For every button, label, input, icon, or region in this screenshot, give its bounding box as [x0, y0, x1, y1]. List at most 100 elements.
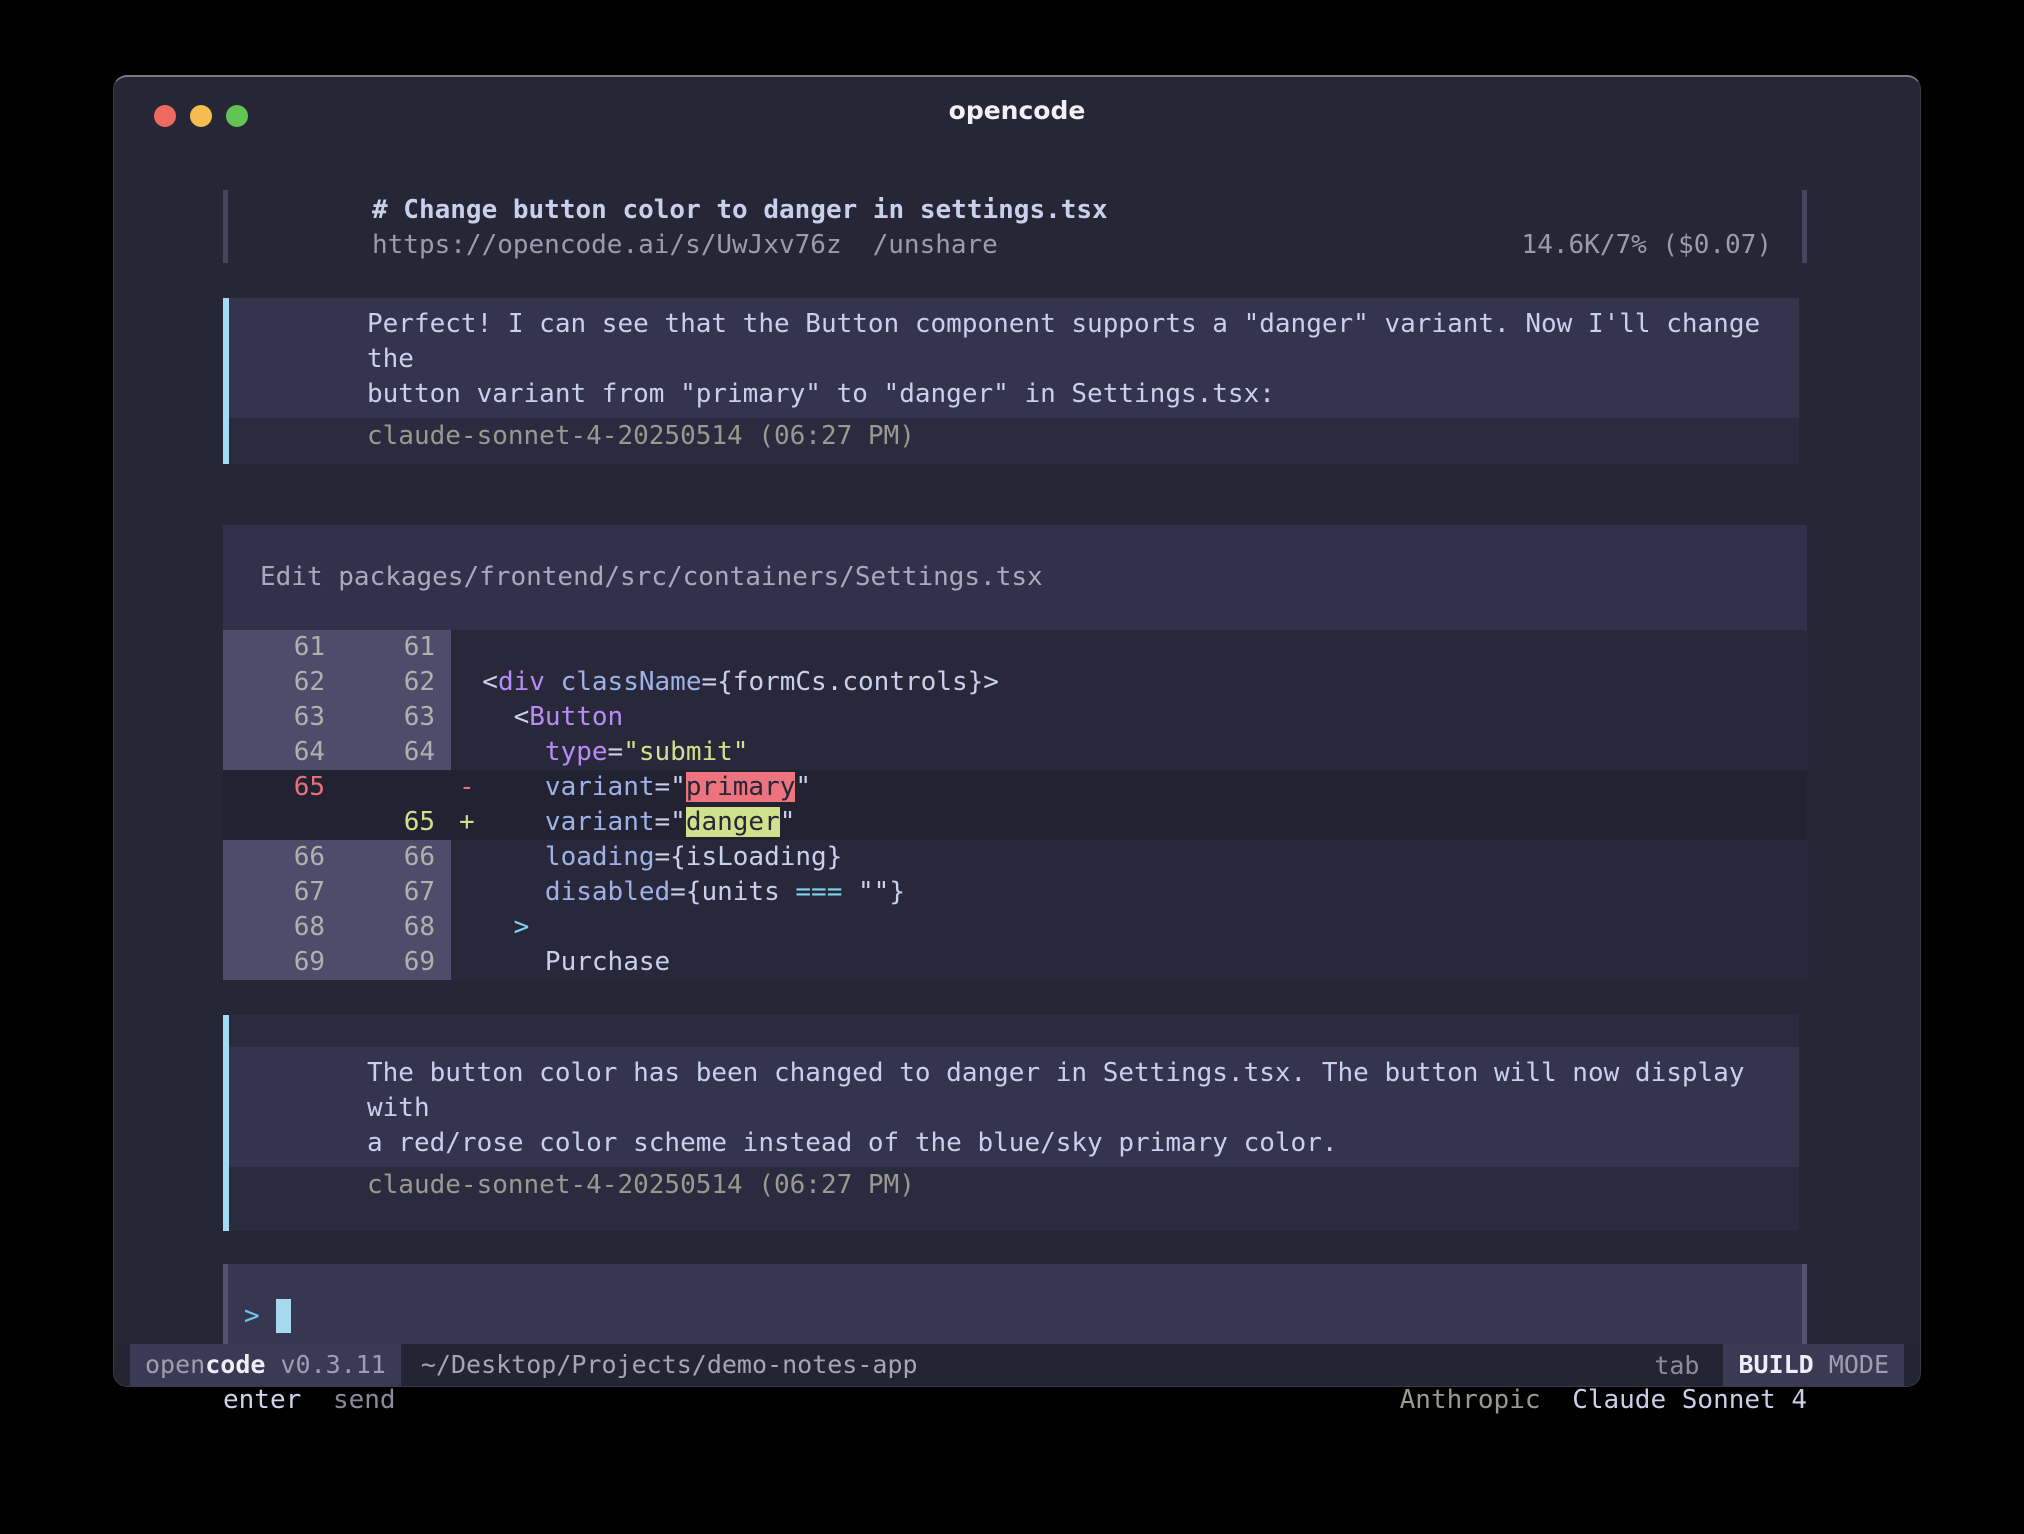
window-titlebar: opencode	[114, 77, 1920, 143]
mode-chip[interactable]: BUILD MODE	[1723, 1344, 1904, 1386]
session-header: # Change button color to danger in setti…	[223, 190, 1807, 263]
code-segment: disabled	[545, 877, 670, 907]
tab-key-hint: tab	[1654, 1351, 1699, 1380]
old-line-number: 69	[223, 945, 337, 980]
text-cursor	[276, 1299, 291, 1333]
diff-row: 6969 Purchase	[223, 945, 1807, 980]
code-segment: <	[451, 702, 529, 732]
new-line-number: 61	[337, 630, 451, 665]
code-segment: ===	[795, 877, 842, 907]
code-segment: Purchase	[545, 947, 670, 977]
diff-row: 6666 loading={isLoading}	[223, 840, 1807, 875]
header-right-rule	[1802, 190, 1807, 263]
code-segment: div	[498, 667, 545, 697]
code-segment: "	[795, 772, 811, 802]
code-segment: {formCs.controls}>	[717, 667, 999, 697]
diff-row: 6363 <Button	[223, 700, 1807, 735]
code-segment	[451, 912, 514, 942]
old-line-number: 63	[223, 700, 337, 735]
diff-row: 6767 disabled={units === ""}	[223, 875, 1807, 910]
assistant-message: Perfect! I can see that the Button compo…	[223, 298, 1799, 464]
session-title: # Change button color to danger in setti…	[372, 193, 1772, 228]
old-line-number	[223, 805, 337, 840]
model-label: Claude Sonnet 4	[1572, 1385, 1807, 1415]
app-name-open: open	[145, 1350, 205, 1379]
old-line-number: 66	[223, 840, 337, 875]
code-segment	[451, 842, 545, 872]
diff-marker: +	[459, 805, 475, 840]
message-line: button variant from "primary" to "danger…	[367, 377, 1769, 412]
diff-row: 6868 >	[223, 910, 1807, 945]
code-segment	[451, 737, 545, 767]
diff-code-line: - variant="primary"	[451, 770, 1807, 805]
diff-code-line: + variant="danger"	[451, 805, 1807, 840]
unshare-command[interactable]: /unshare	[873, 228, 998, 263]
message-line: Perfect! I can see that the Button compo…	[367, 307, 1769, 377]
close-button[interactable]	[154, 105, 176, 127]
code-segment: "	[780, 807, 796, 837]
code-segment: =	[608, 737, 624, 767]
diff-row: 65+ variant="danger"	[223, 805, 1807, 840]
minimize-button[interactable]	[190, 105, 212, 127]
new-line-number: 69	[337, 945, 451, 980]
mode-suffix: MODE	[1814, 1350, 1889, 1379]
app-version-chip: opencode v0.3.11	[130, 1344, 401, 1386]
prompt-symbol: >	[244, 1301, 260, 1331]
code-segment: loading	[545, 842, 655, 872]
code-segment: type	[545, 737, 608, 767]
diff-row: 6161	[223, 630, 1807, 665]
hints-row: enter send Anthropic Claude Sonnet 4	[223, 1383, 1807, 1417]
code-segment: "submit"	[623, 737, 748, 767]
code-segment	[451, 877, 545, 907]
code-segment: >	[514, 912, 530, 942]
diff-row: 65 - variant="primary"	[223, 770, 1807, 805]
code-segment: <	[451, 667, 498, 697]
code-segment: variant	[545, 807, 655, 837]
mode-name: BUILD	[1738, 1350, 1813, 1379]
traffic-lights	[154, 105, 248, 127]
token-usage: 14.6K/7% ($0.07)	[1522, 228, 1772, 263]
diff-code-line: >	[451, 910, 1807, 945]
diff-code-line: disabled={units === ""}	[451, 875, 1807, 910]
old-line-number: 67	[223, 875, 337, 910]
new-line-number: 67	[337, 875, 451, 910]
old-line-number: 68	[223, 910, 337, 945]
edit-tool-panel: Edit packages/frontend/src/containers/Se…	[223, 525, 1807, 980]
provider-label: Anthropic	[1400, 1385, 1541, 1415]
new-line-number: 63	[337, 700, 451, 735]
window-title: opencode	[949, 96, 1086, 125]
code-segment	[545, 667, 561, 697]
diff-marker: -	[459, 770, 475, 805]
message-model-meta: claude-sonnet-4-20250514 (06:27 PM)	[229, 418, 1799, 464]
diff-code-line: type="submit"	[451, 735, 1807, 770]
message-line: The button color has been changed to dan…	[367, 1056, 1769, 1126]
new-line-number: 68	[337, 910, 451, 945]
status-bar: opencode v0.3.11 ~/Desktop/Projects/demo…	[114, 1344, 1920, 1386]
app-version: v0.3.11	[265, 1350, 385, 1379]
enter-key-hint: enter	[223, 1385, 301, 1415]
message-text: Perfect! I can see that the Button compo…	[229, 298, 1799, 418]
old-line-number: 64	[223, 735, 337, 770]
message-line: a red/rose color scheme instead of the b…	[367, 1126, 1769, 1161]
code-segment	[451, 947, 545, 977]
old-line-number: 65	[223, 770, 337, 805]
assistant-message: The button color has been changed to dan…	[223, 1015, 1799, 1231]
share-url[interactable]: https://opencode.ai/s/UwJxv76z	[372, 228, 842, 263]
diff-code-line: Purchase	[451, 945, 1807, 980]
code-segment: ={isLoading}	[655, 842, 843, 872]
message-text: The button color has been changed to dan…	[229, 1047, 1799, 1167]
code-segment: ""}	[842, 877, 905, 907]
code-segment: className	[561, 667, 702, 697]
diff-code-line: <div className={formCs.controls}>	[451, 665, 1807, 700]
new-line-number	[337, 770, 451, 805]
diff-view: 61616262 <div className={formCs.controls…	[223, 630, 1807, 980]
new-line-number: 62	[337, 665, 451, 700]
code-segment: danger	[686, 807, 780, 837]
new-line-number: 65	[337, 805, 451, 840]
diff-row: 6262 <div className={formCs.controls}>	[223, 665, 1807, 700]
code-segment: primary	[686, 772, 796, 802]
zoom-button[interactable]	[226, 105, 248, 127]
diff-code-line: loading={isLoading}	[451, 840, 1807, 875]
code-segment: ="	[655, 807, 686, 837]
edit-file-path: Edit packages/frontend/src/containers/Se…	[223, 561, 1807, 594]
